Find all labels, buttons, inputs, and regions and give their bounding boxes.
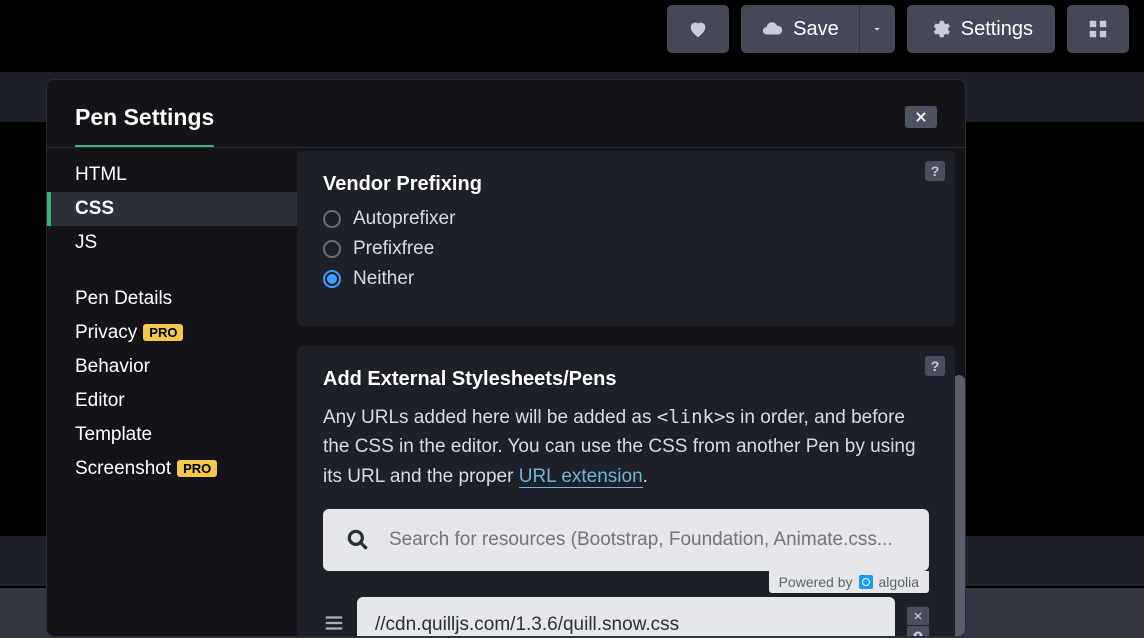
grid-button[interactable] (1067, 5, 1129, 53)
help-button[interactable]: ? (925, 356, 945, 376)
sidebar-item-privacy[interactable]: PrivacyPRO (47, 316, 297, 350)
external-description: Any URLs added here will be added as <li… (323, 403, 929, 491)
search-icon (345, 527, 371, 553)
settings-button[interactable]: Settings (907, 5, 1055, 53)
vendor-prefixing-section: ? Vendor Prefixing Autoprefixer Prefixfr… (297, 151, 955, 326)
pro-badge: PRO (177, 460, 217, 477)
sidebar-item-js[interactable]: JS (47, 226, 297, 260)
close-icon (913, 611, 923, 621)
modal-title: Pen Settings (75, 104, 214, 148)
sidebar-item-template[interactable]: Template (47, 418, 297, 452)
sidebar-item-css[interactable]: CSS (47, 192, 297, 226)
external-title: Add External Stylesheets/Pens (323, 368, 929, 391)
url-extension-link[interactable]: URL extension (519, 466, 643, 488)
gear-icon (929, 18, 951, 40)
radio-prefixfree[interactable]: Prefixfree (323, 238, 929, 260)
vendor-title: Vendor Prefixing (323, 173, 929, 196)
help-button[interactable]: ? (925, 161, 945, 181)
drag-handle[interactable] (323, 612, 345, 636)
external-stylesheets-section: ? Add External Stylesheets/Pens Any URLs… (297, 346, 955, 636)
save-dropdown-button[interactable] (859, 5, 895, 53)
pro-badge: PRO (143, 324, 183, 341)
settings-label: Settings (961, 18, 1033, 41)
sidebar-item-behavior[interactable]: Behavior (47, 350, 297, 384)
preview-resource-button[interactable] (907, 626, 929, 636)
eye-icon (912, 629, 924, 636)
sidebar-item-html[interactable]: HTML (47, 158, 297, 192)
heart-button[interactable] (667, 5, 729, 53)
close-icon (914, 110, 928, 124)
radio-icon (323, 240, 341, 258)
algolia-icon (859, 575, 873, 589)
resource-search-input[interactable] (389, 529, 907, 551)
grid-icon (1087, 18, 1109, 40)
cloud-icon (761, 18, 783, 40)
drag-icon (323, 612, 345, 634)
save-label: Save (793, 18, 839, 41)
close-button[interactable] (905, 106, 937, 128)
chevron-down-icon (870, 22, 884, 36)
remove-resource-button[interactable] (907, 607, 929, 625)
powered-by-algolia[interactable]: Powered by algolia (769, 571, 929, 593)
pen-settings-modal: Pen Settings HTML CSS JS Pen Details Pri… (46, 79, 966, 637)
sidebar-item-editor[interactable]: Editor (47, 384, 297, 418)
save-button[interactable]: Save (741, 5, 859, 53)
resource-url-input[interactable] (357, 597, 895, 636)
sidebar-item-pen-details[interactable]: Pen Details (47, 282, 297, 316)
radio-icon (323, 270, 341, 288)
sidebar-item-screenshot[interactable]: ScreenshotPRO (47, 452, 297, 486)
radio-autoprefixer[interactable]: Autoprefixer (323, 208, 929, 230)
radio-icon (323, 210, 341, 228)
heart-icon (687, 18, 709, 40)
radio-neither[interactable]: Neither (323, 268, 929, 290)
resource-search[interactable] (323, 509, 929, 571)
